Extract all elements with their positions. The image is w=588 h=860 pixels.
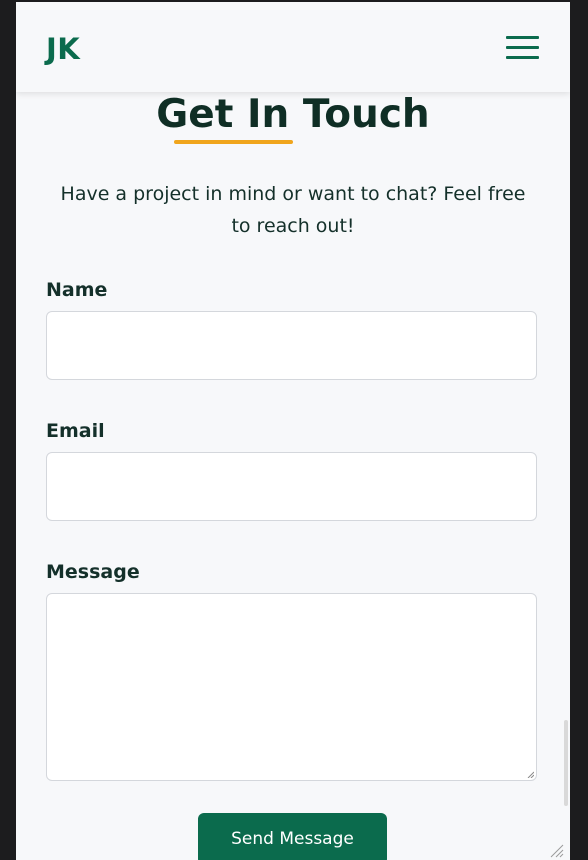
hamburger-menu-icon[interactable] [506,34,540,62]
browser-viewport: Get In Touch Have a project in mind or w… [16,2,570,860]
site-logo[interactable]: JK [46,29,80,69]
email-label: Email [46,420,105,442]
message-label: Message [46,561,140,583]
message-textarea[interactable] [46,593,537,781]
window-resize-grip-icon[interactable] [548,842,564,858]
menu-bar-top [506,36,539,39]
name-label: Name [46,279,108,301]
scrollbar-thumb[interactable] [564,720,568,806]
email-input[interactable] [46,452,537,521]
name-input[interactable] [46,311,537,380]
menu-bar-bottom [506,56,539,59]
section-subtitle: Have a project in mind or want to chat? … [60,183,526,237]
resize-grip-icon[interactable] [527,771,534,778]
top-navbar: JK [16,2,570,92]
menu-bar-middle [506,46,539,49]
send-message-button[interactable]: Send Message [198,813,387,860]
title-underline-accent [174,140,293,144]
section-title: Get In Touch [156,92,430,137]
